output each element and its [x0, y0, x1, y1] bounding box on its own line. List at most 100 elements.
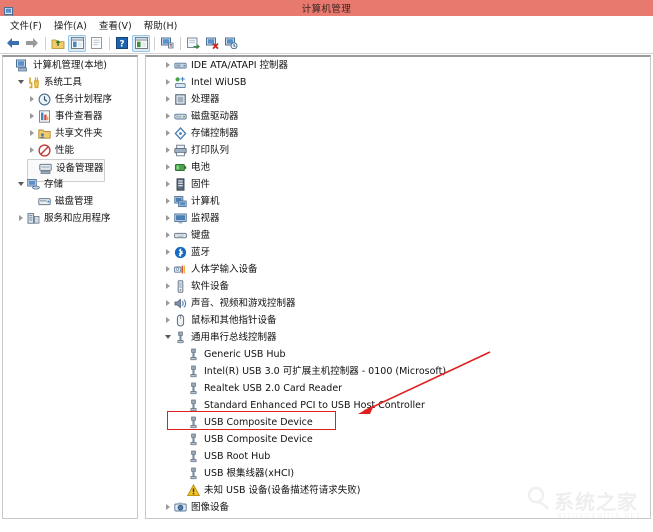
device-tree-item-label: USB Root Hub: [204, 451, 271, 462]
chevron-down-icon[interactable]: [16, 176, 27, 193]
scan-hardware-changes-icon[interactable]: [158, 35, 176, 52]
console-tree-panel[interactable]: 计算机管理(本地) 系统工具 任务计划程序 事件查看器 共享文件夹 性能设备管理器存储磁盘…: [2, 55, 138, 519]
storage-icon: [27, 178, 40, 191]
sidebar-item-label: 设备管理器: [56, 163, 104, 174]
show-hidden-devices-icon[interactable]: [132, 34, 150, 52]
device-tree-item[interactable]: 通用串行总线控制器: [146, 329, 650, 346]
device-tree-item[interactable]: 固件: [146, 176, 650, 193]
sidebar-item[interactable]: 存储: [3, 176, 137, 193]
mouse-icon: [174, 314, 187, 327]
device-tree-item[interactable]: USB Root Hub: [146, 448, 650, 465]
chevron-right-icon[interactable]: [163, 91, 174, 108]
sidebar-item[interactable]: 任务计划程序: [3, 91, 137, 108]
device-tree-item[interactable]: USB Composite Device: [146, 431, 650, 448]
device-tree-item[interactable]: 计算机: [146, 193, 650, 210]
device-tree-item[interactable]: 打印队列: [146, 142, 650, 159]
device-tree-item[interactable]: Standard Enhanced PCI to USB Host Contro…: [146, 397, 650, 414]
sidebar-item-label: 存储: [44, 179, 64, 190]
menu-action[interactable]: 操作(A): [49, 17, 94, 33]
device-tree-item[interactable]: 键盘: [146, 227, 650, 244]
device-tree-item[interactable]: 图像设备: [146, 499, 650, 516]
device-tree-item[interactable]: 未知 USB 设备(设备描述符请求失败): [146, 482, 650, 499]
chevron-right-icon[interactable]: [27, 142, 38, 159]
sidebar-item[interactable]: 磁盘管理: [3, 193, 137, 210]
chevron-right-icon[interactable]: [163, 57, 174, 74]
chevron-right-icon[interactable]: [27, 91, 38, 108]
up-one-level-icon[interactable]: [49, 35, 67, 52]
sidebar-item[interactable]: 服务和应用程序: [3, 210, 137, 227]
chevron-right-icon[interactable]: [163, 499, 174, 516]
device-tree-item[interactable]: IDE ATA/ATAPI 控制器: [146, 57, 650, 74]
chevron-down-icon[interactable]: [163, 329, 174, 346]
device-tree-item[interactable]: Realtek USB 2.0 Card Reader: [146, 380, 650, 397]
device-tree-item[interactable]: 监视器: [146, 210, 650, 227]
device-tree-item-label: 通用串行总线控制器: [191, 332, 277, 343]
chevron-right-icon[interactable]: [16, 210, 27, 227]
device-tree-item[interactable]: 电池: [146, 159, 650, 176]
chevron-right-icon[interactable]: [163, 125, 174, 142]
chevron-right-icon[interactable]: [163, 159, 174, 176]
usb-controller-icon: [174, 331, 187, 344]
device-tree-item[interactable]: 软件设备: [146, 278, 650, 295]
usb-device-icon: [187, 450, 200, 463]
device-tree-item-label: USB 根集线器(xHCI): [204, 468, 295, 479]
device-tree-item[interactable]: Intel WiUSB: [146, 74, 650, 91]
chevron-right-icon[interactable]: [163, 312, 174, 329]
device-tree-item[interactable]: 声音、视频和游戏控制器: [146, 295, 650, 312]
menu-file[interactable]: 文件(F): [5, 17, 49, 33]
device-tree-item[interactable]: 0 人体学输入设备: [146, 261, 650, 278]
chevron-right-icon[interactable]: [163, 244, 174, 261]
chevron-down-icon[interactable]: [16, 74, 27, 91]
update-driver-icon[interactable]: [184, 35, 202, 52]
chevron-right-icon[interactable]: [163, 74, 174, 91]
chevron-right-icon[interactable]: [163, 210, 174, 227]
chevron-right-icon[interactable]: [163, 516, 174, 518]
chevron-right-icon[interactable]: [163, 108, 174, 125]
device-tree-item[interactable]: Generic USB Hub: [146, 346, 650, 363]
device-tree-item[interactable]: 磁盘驱动器: [146, 108, 650, 125]
chevron-right-icon[interactable]: [27, 125, 38, 142]
device-tree-item[interactable]: USB 根集线器(xHCI): [146, 465, 650, 482]
sidebar-item[interactable]: 计算机管理(本地): [3, 57, 137, 74]
show-console-tree-icon[interactable]: [68, 34, 86, 52]
disable-device-icon[interactable]: [222, 35, 240, 52]
forward-arrow-icon[interactable]: [23, 35, 41, 52]
device-tree-item-label: 电池: [191, 162, 211, 173]
chevron-right-icon[interactable]: [163, 193, 174, 210]
sidebar-item[interactable]: 事件查看器: [3, 108, 137, 125]
chevron-right-icon[interactable]: [163, 278, 174, 295]
device-tree-item[interactable]: 处理器: [146, 91, 650, 108]
chevron-right-icon[interactable]: [27, 108, 38, 125]
device-tree-item-label: IDE ATA/ATAPI 控制器: [191, 60, 289, 71]
menu-view[interactable]: 查看(V): [94, 17, 139, 33]
chevron-right-icon[interactable]: [163, 176, 174, 193]
chevron-right-icon[interactable]: [163, 142, 174, 159]
help-icon[interactable]: ?: [113, 35, 131, 52]
device-tree-item[interactable]: 网络适配器: [146, 516, 650, 518]
sidebar-tree: 计算机管理(本地) 系统工具 任务计划程序 事件查看器 共享文件夹 性能设备管理器存储磁盘…: [3, 57, 137, 227]
device-tree-item[interactable]: Intel(R) USB 3.0 可扩展主机控制器 - 0100 (Micros…: [146, 363, 650, 380]
chevron-right-icon[interactable]: [163, 295, 174, 312]
sound-video-game-icon: [174, 297, 187, 310]
menu-help[interactable]: 帮助(H): [139, 17, 185, 33]
device-tree: IDE ATA/ATAPI 控制器 Intel WiUSB 处理器 磁盘驱动器 存储控制…: [146, 57, 650, 518]
chevron-right-icon[interactable]: [163, 227, 174, 244]
sidebar-item[interactable]: 共享文件夹: [3, 125, 137, 142]
device-tree-item[interactable]: USB Composite Device: [146, 414, 650, 431]
chevron-right-icon[interactable]: [163, 261, 174, 278]
device-manager-panel[interactable]: IDE ATA/ATAPI 控制器 Intel WiUSB 处理器 磁盘驱动器 存储控制…: [145, 55, 651, 519]
device-tree-item[interactable]: 蓝牙: [146, 244, 650, 261]
device-tree-item[interactable]: 鼠标和其他指针设备: [146, 312, 650, 329]
sidebar-item[interactable]: 系统工具: [3, 74, 137, 91]
back-arrow-icon[interactable]: [4, 35, 22, 52]
sidebar-item[interactable]: 设备管理器: [28, 160, 104, 177]
sidebar-item[interactable]: 性能: [3, 142, 137, 159]
properties-icon[interactable]: [87, 35, 105, 52]
uninstall-device-icon[interactable]: [203, 35, 221, 52]
device-tree-item-label: USB Composite Device: [204, 417, 313, 428]
device-tree-item[interactable]: 存储控制器: [146, 125, 650, 142]
